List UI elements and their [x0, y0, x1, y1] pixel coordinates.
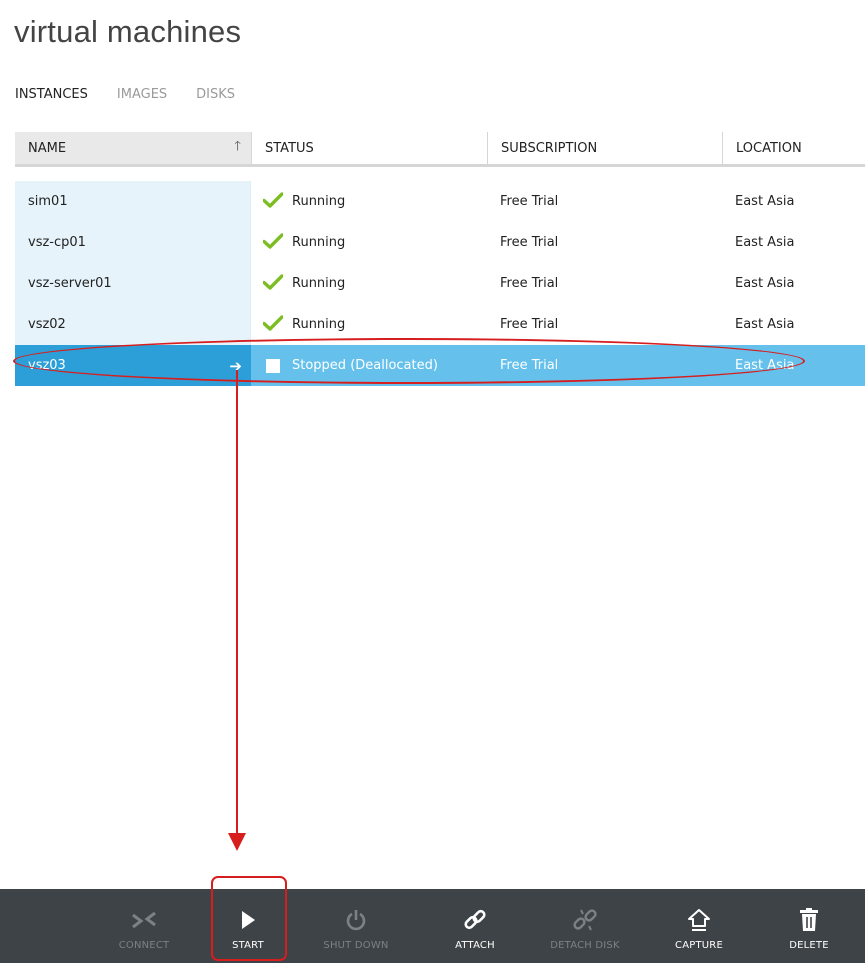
cell-name: vsz-server01: [15, 263, 251, 304]
cell-status: Running: [251, 304, 487, 345]
trash-icon: [799, 903, 819, 937]
sort-up-arrow-icon: 🡑: [234, 139, 241, 154]
cell-status: Running: [251, 263, 487, 304]
capture-label: CAPTURE: [675, 940, 723, 951]
grid-header: NAME 🡑 STATUS SUBSCRIPTION LOCATION: [15, 132, 865, 167]
detach-disk-button[interactable]: DETACH DISK: [540, 889, 630, 963]
cell-status: Running: [251, 181, 487, 222]
vm-name: vsz03: [28, 358, 66, 373]
shut-down-button[interactable]: SHUT DOWN: [311, 889, 401, 963]
unlink-icon: [572, 903, 598, 937]
link-icon: [462, 903, 488, 937]
vm-name: vsz-server01: [28, 276, 112, 291]
table-row[interactable]: vsz-cp01 Running Free Trial East Asia: [15, 222, 865, 263]
connect-button[interactable]: CONNECT: [99, 889, 189, 963]
column-header-subscription[interactable]: SUBSCRIPTION: [487, 132, 722, 164]
page-title: virtual machines: [14, 14, 242, 49]
status-text: Running: [292, 317, 346, 332]
cell-status: Running: [251, 222, 487, 263]
table-row-selected[interactable]: vsz03 ➔ Stopped (Deallocated) Free Trial…: [15, 345, 865, 386]
status-text: Stopped (Deallocated): [292, 358, 438, 373]
capture-button[interactable]: CAPTURE: [654, 889, 744, 963]
annotation-arrow-line: [236, 370, 238, 834]
column-header-name-label: NAME: [28, 140, 67, 156]
cell-name: vsz02: [15, 304, 251, 345]
attach-button[interactable]: ATTACH: [430, 889, 520, 963]
grid-rows: sim01 Running Free Trial East Asia vsz-c…: [15, 181, 865, 386]
command-bar: CONNECT START SHUT DOWN ATTACH DETACH DI…: [0, 889, 865, 963]
cell-location: East Asia: [735, 358, 795, 373]
cell-name: vsz-cp01: [15, 222, 251, 263]
tab-images[interactable]: IMAGES: [117, 87, 167, 102]
cell-subscription: Free Trial: [500, 235, 559, 250]
table-row[interactable]: vsz-server01 Running Free Trial East Asi…: [15, 263, 865, 304]
tab-instances[interactable]: INSTANCES: [15, 87, 88, 102]
stopped-square-icon: [266, 358, 280, 373]
column-header-status[interactable]: STATUS: [251, 132, 487, 164]
cell-subscription: Free Trial: [500, 276, 559, 291]
view-tabs: INSTANCES IMAGES DISKS: [15, 87, 235, 102]
connect-label: CONNECT: [118, 940, 170, 951]
running-check-icon: [262, 273, 284, 294]
running-check-icon: [262, 232, 284, 253]
cell-subscription: Free Trial: [500, 317, 559, 332]
cell-name: vsz03 ➔: [15, 345, 251, 386]
cell-location: East Asia: [735, 194, 795, 209]
cell-location: East Asia: [735, 317, 795, 332]
start-button[interactable]: START: [203, 889, 293, 963]
power-icon: [345, 903, 367, 937]
table-row[interactable]: sim01 Running Free Trial East Asia: [15, 181, 865, 222]
attach-label: ATTACH: [455, 940, 495, 951]
vm-name: vsz02: [28, 317, 66, 332]
vm-name: vsz-cp01: [28, 235, 86, 250]
cell-status: Stopped (Deallocated): [251, 345, 487, 386]
status-text: Running: [292, 276, 346, 291]
status-text: Running: [292, 194, 346, 209]
running-check-icon: [262, 191, 284, 212]
cell-location: East Asia: [735, 276, 795, 291]
cell-subscription: Free Trial: [500, 194, 559, 209]
vm-name: sim01: [28, 194, 68, 209]
status-text: Running: [292, 235, 346, 250]
column-header-location[interactable]: LOCATION: [722, 132, 865, 164]
shut-down-label: SHUT DOWN: [323, 940, 389, 951]
capture-icon: [687, 903, 711, 937]
play-icon: [240, 903, 256, 937]
start-label: START: [232, 940, 264, 951]
vm-grid: NAME 🡑 STATUS SUBSCRIPTION LOCATION sim0…: [15, 132, 865, 386]
cell-subscription: Free Trial: [500, 358, 559, 373]
delete-label: DELETE: [789, 940, 829, 951]
cell-location: East Asia: [735, 235, 795, 250]
delete-button[interactable]: DELETE: [764, 889, 854, 963]
tab-disks[interactable]: DISKS: [196, 87, 235, 102]
detach-disk-label: DETACH DISK: [550, 940, 620, 951]
table-row[interactable]: vsz02 Running Free Trial East Asia: [15, 304, 865, 345]
connect-icon: [131, 903, 157, 937]
annotation-arrow-head: [228, 833, 246, 851]
column-header-name[interactable]: NAME 🡑: [15, 132, 251, 164]
running-check-icon: [262, 314, 284, 335]
cell-name: sim01: [15, 181, 251, 222]
